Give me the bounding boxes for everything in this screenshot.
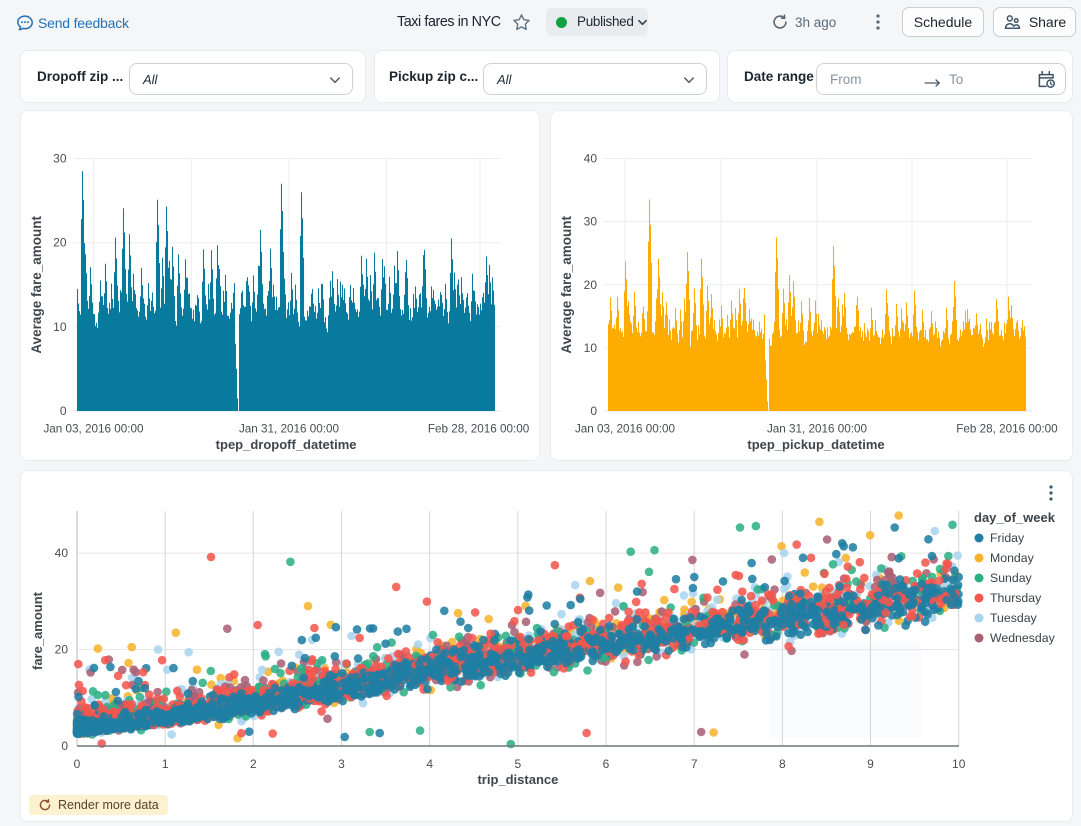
svg-text:20: 20 [584, 278, 598, 292]
svg-text:Sunday: Sunday [990, 571, 1033, 585]
svg-text:Wednesday: Wednesday [990, 631, 1056, 645]
svg-text:tpep_pickup_datetime: tpep_pickup_datetime [747, 437, 884, 452]
svg-text:Jan 03, 2016 00:00: Jan 03, 2016 00:00 [575, 423, 676, 436]
svg-text:Feb 28, 2016 00:00: Feb 28, 2016 00:00 [428, 423, 530, 436]
svg-text:20: 20 [55, 643, 69, 657]
svg-text:0: 0 [74, 757, 81, 771]
svg-text:7: 7 [691, 757, 698, 771]
svg-text:40: 40 [55, 546, 69, 560]
svg-text:20: 20 [53, 236, 67, 250]
svg-text:day_of_week: day_of_week [974, 510, 1056, 525]
svg-text:3: 3 [338, 757, 345, 771]
svg-text:40: 40 [584, 152, 598, 166]
svg-text:Jan 03, 2016 00:00: Jan 03, 2016 00:00 [43, 423, 144, 436]
svg-text:6: 6 [603, 757, 610, 771]
svg-text:Monday: Monday [990, 551, 1035, 565]
svg-text:0: 0 [60, 404, 67, 418]
svg-text:Thursday: Thursday [990, 591, 1042, 605]
svg-text:5: 5 [515, 757, 522, 771]
svg-text:Friday: Friday [990, 531, 1025, 545]
svg-text:0: 0 [590, 404, 597, 418]
svg-text:8: 8 [779, 757, 786, 771]
svg-text:10: 10 [584, 341, 598, 355]
svg-text:tpep_dropoff_datetime: tpep_dropoff_datetime [216, 437, 357, 452]
svg-text:Jan 31, 2016 00:00: Jan 31, 2016 00:00 [239, 423, 340, 436]
svg-text:Feb 28, 2016 00:00: Feb 28, 2016 00:00 [956, 423, 1058, 436]
svg-text:2: 2 [250, 757, 257, 771]
svg-text:Average fare_amount: Average fare_amount [29, 216, 44, 354]
svg-text:0: 0 [61, 739, 68, 753]
svg-text:30: 30 [53, 152, 67, 166]
svg-text:fare_amount: fare_amount [30, 591, 45, 670]
svg-text:30: 30 [584, 215, 598, 229]
svg-text:9: 9 [867, 757, 874, 771]
svg-text:Jan 31, 2016 00:00: Jan 31, 2016 00:00 [767, 423, 868, 436]
svg-text:trip_distance: trip_distance [477, 772, 558, 787]
svg-text:1: 1 [162, 757, 169, 771]
svg-text:4: 4 [426, 757, 433, 771]
svg-text:10: 10 [952, 757, 966, 771]
svg-text:10: 10 [53, 320, 67, 334]
svg-text:Tuesday: Tuesday [990, 611, 1038, 625]
svg-text:Average fare_amount: Average fare_amount [559, 216, 574, 354]
